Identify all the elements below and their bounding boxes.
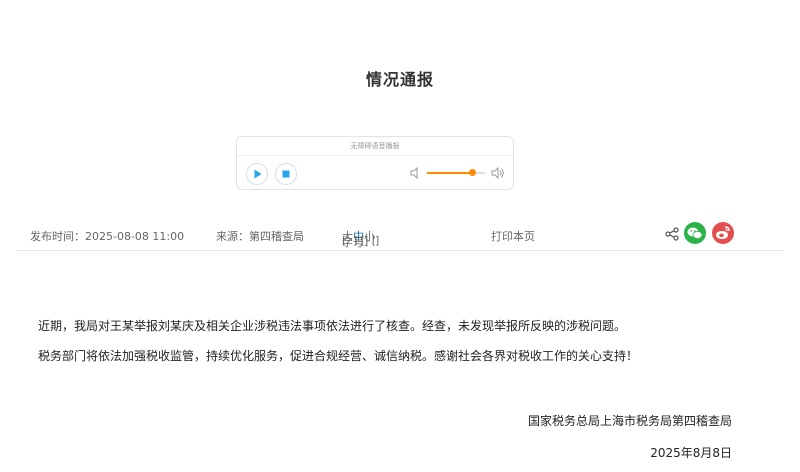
page-title: 情况通报: [365, 70, 434, 89]
article-meta-bar: 发布时间：2025-08-08 11:00 来源：第四稽查局 字号： [ 大 ]…: [0, 222, 800, 249]
weibo-share-button[interactable]: [712, 222, 734, 244]
share-icon[interactable]: [665, 227, 679, 241]
article-source: 来源：第四稽查局: [216, 230, 304, 243]
signature-date: 2025年8月8日: [650, 446, 732, 460]
volume-low-icon[interactable]: [410, 167, 422, 179]
volume-handle[interactable]: [469, 169, 477, 176]
stop-icon: [282, 170, 290, 178]
volume-high-icon[interactable]: [491, 167, 505, 179]
article-paragraph-1: 近期，我局对王某举报刘某庆及相关企业涉税违法事项依法进行了核查。经查，未发现举报…: [38, 319, 627, 333]
audio-player: 无障碍语音播报: [236, 136, 514, 190]
wechat-share-button[interactable]: [684, 222, 706, 244]
print-page-link[interactable]: 打印本页: [491, 228, 535, 244]
volume-slider[interactable]: [427, 169, 485, 176]
weibo-icon: [716, 226, 730, 239]
stop-button[interactable]: [275, 163, 297, 185]
meta-divider: [16, 250, 784, 251]
play-icon: [254, 169, 262, 179]
article-paragraph-2: 税务部门将依法加强税收监管，持续优化服务，促进合规经营、诚信纳税。感谢社会各界对…: [38, 349, 639, 363]
play-button[interactable]: [246, 163, 268, 185]
signature-organization: 国家税务总局上海市税务局第四稽查局: [527, 414, 732, 428]
wechat-icon: [687, 227, 703, 239]
volume-fill: [427, 172, 473, 174]
publish-time: 发布时间：2025-08-08 11:00: [30, 230, 185, 243]
player-caption: 无障碍语音播报: [237, 137, 513, 156]
font-size-controls: 字号： [ 大 ] [ 中 ] [ 小 ]: [342, 230, 380, 249]
